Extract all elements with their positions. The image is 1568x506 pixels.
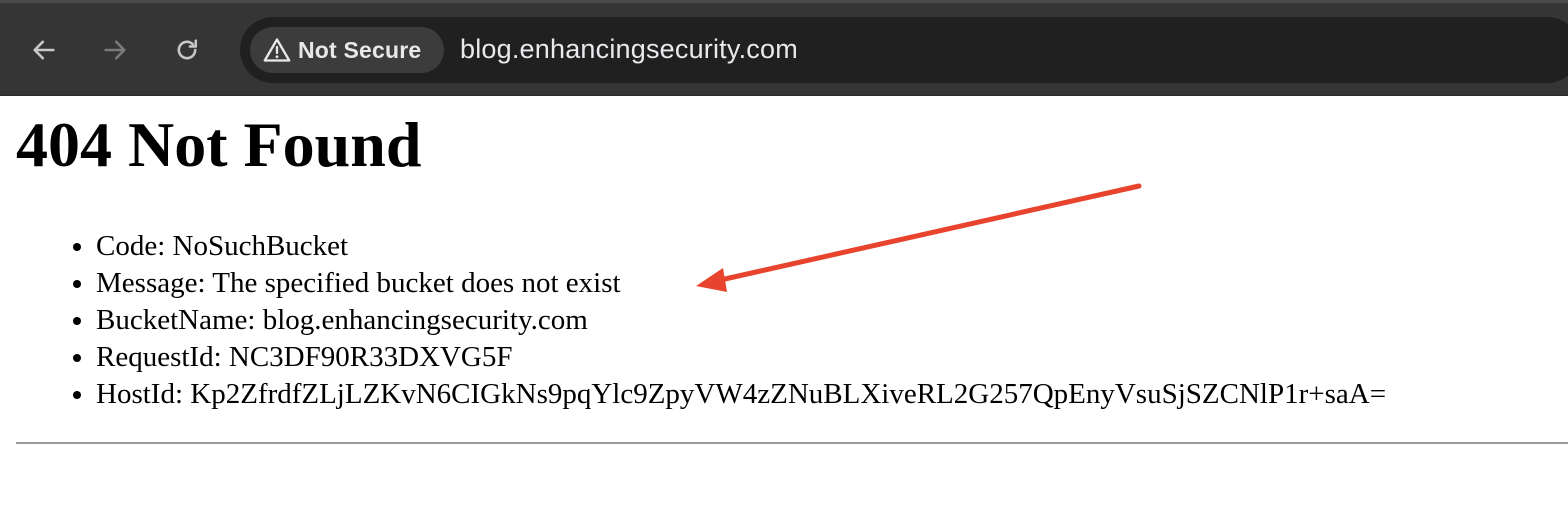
detail-message: Message: The specified bucket does not e… <box>96 265 1386 302</box>
forward-button[interactable] <box>98 33 132 67</box>
security-indicator[interactable]: Not Secure <box>250 27 444 73</box>
detail-host-id: HostId: Kp2ZfrdfZLjLZKvN6CIGkNs9pqYlc9Zp… <box>96 376 1386 413</box>
detail-code: Code: NoSuchBucket <box>96 228 1386 265</box>
error-details-list: Code: NoSuchBucket Message: The specifie… <box>0 228 1386 413</box>
warning-triangle-icon <box>262 35 292 65</box>
detail-bucket-name: BucketName: blog.enhancingsecurity.com <box>96 302 1386 339</box>
reload-icon <box>177 39 198 60</box>
address-bar[interactable]: Not Secure blog.enhancingsecurity.com <box>240 17 1568 83</box>
browser-toolbar: Not Secure blog.enhancingsecurity.com <box>0 0 1568 96</box>
detail-request-id: RequestId: NC3DF90R33DXVG5F <box>96 339 1386 376</box>
url-text[interactable]: blog.enhancingsecurity.com <box>460 34 798 65</box>
reload-button[interactable] <box>170 33 204 67</box>
page-title: 404 Not Found <box>16 109 422 180</box>
forward-arrow-icon <box>104 40 126 60</box>
back-arrow-icon <box>33 40 55 60</box>
back-button[interactable] <box>27 33 61 67</box>
horizontal-rule <box>16 442 1568 444</box>
security-label: Not Secure <box>298 36 422 63</box>
page-content: 404 Not Found Code: NoSuchBucket Message… <box>0 96 1568 506</box>
